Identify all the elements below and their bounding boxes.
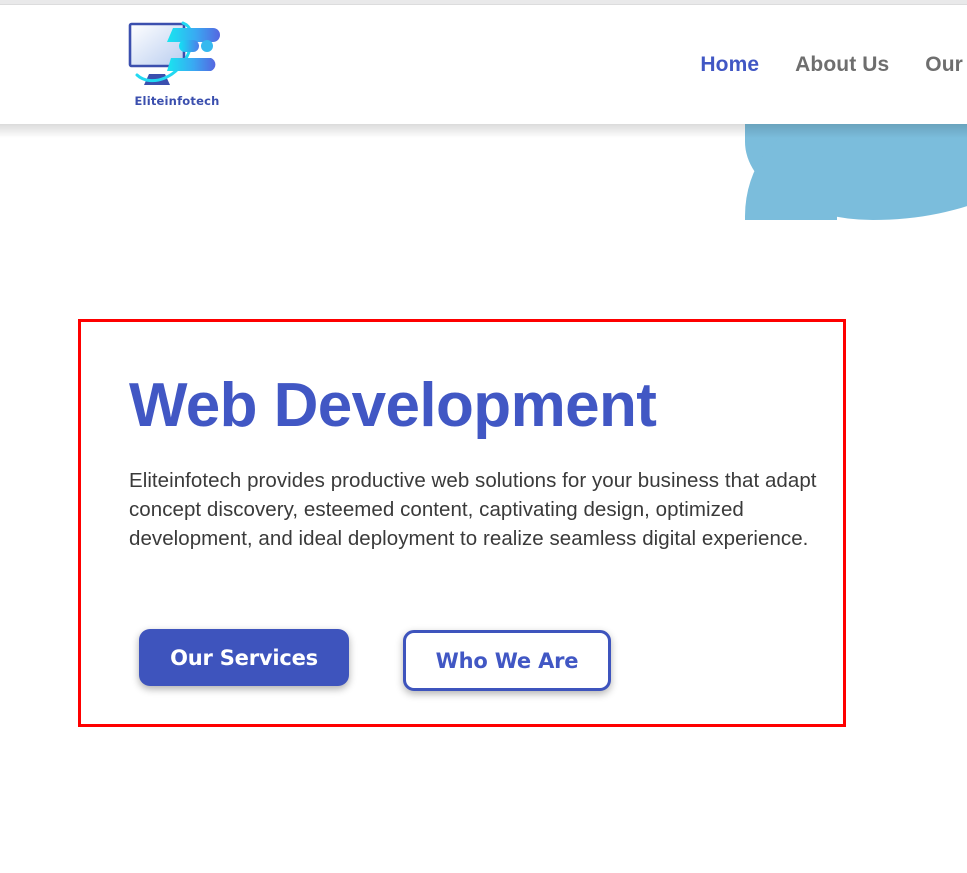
page-root: Eliteinfotech Home About Us Our Ser Web … <box>0 0 967 873</box>
hero-description: Eliteinfotech provides productive web so… <box>129 469 817 551</box>
page-title: Web Development <box>129 371 657 440</box>
who-we-are-button[interactable]: Who We Are <box>403 630 611 691</box>
hero-action-buttons: Our Services Who We Are <box>139 629 611 691</box>
monitor-logo-icon <box>128 21 220 85</box>
nav-item-home[interactable]: Home <box>700 53 759 77</box>
logo-wordmark: Eliteinfotech <box>134 94 220 108</box>
main-navigation: Home About Us Our Ser <box>700 53 967 77</box>
nav-item-our-services[interactable]: Our Ser <box>925 53 967 77</box>
site-logo[interactable]: Eliteinfotech <box>125 18 229 116</box>
nav-item-about-us[interactable]: About Us <box>795 53 889 77</box>
hero-section: Web Development Eliteinfotech provides p… <box>129 371 829 554</box>
hero-decorative-blob <box>745 124 967 220</box>
our-services-button[interactable]: Our Services <box>139 629 349 686</box>
site-header: Eliteinfotech Home About Us Our Ser <box>0 5 967 124</box>
